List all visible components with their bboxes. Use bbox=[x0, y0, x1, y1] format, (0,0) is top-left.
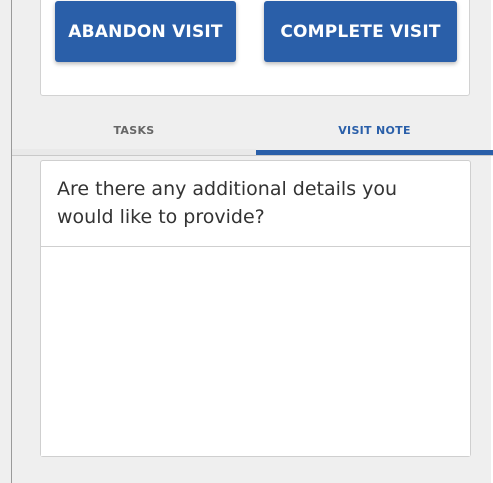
visit-note-input[interactable] bbox=[41, 247, 470, 456]
tab-divider bbox=[12, 155, 493, 156]
complete-visit-button[interactable]: COMPLETE VISIT bbox=[264, 1, 457, 62]
visit-note-card: Are there any additional details you wou… bbox=[40, 160, 471, 457]
visit-screen: ABANDON VISIT COMPLETE VISIT TASKS VISIT… bbox=[0, 0, 493, 483]
visit-actions-card: ABANDON VISIT COMPLETE VISIT bbox=[40, 0, 470, 96]
abandon-visit-button[interactable]: ABANDON VISIT bbox=[55, 1, 236, 62]
left-border bbox=[11, 0, 12, 483]
note-question: Are there any additional details you wou… bbox=[57, 178, 398, 228]
